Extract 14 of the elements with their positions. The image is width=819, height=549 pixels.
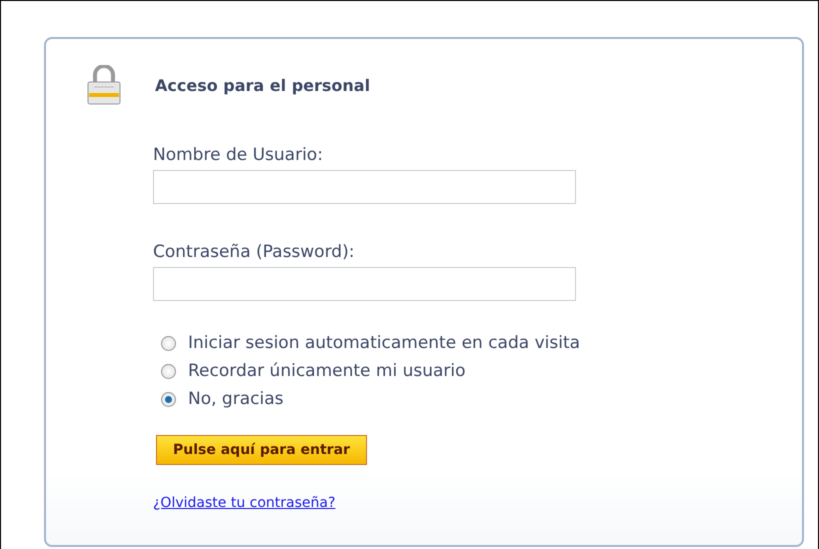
input-field[interactable] — [153, 267, 576, 301]
field-label: Nombre de Usuario: — [153, 145, 324, 165]
radio-label: No, gracias — [188, 389, 284, 409]
radio-button[interactable] — [161, 336, 176, 350]
panel-title: Acceso para el personal — [155, 76, 370, 94]
radio-button[interactable] — [161, 392, 176, 406]
forgot-password-link[interactable]: ¿Olvidaste tu contraseña? — [153, 495, 336, 511]
radio-label: Iniciar sesion automaticamente en cada visita — [188, 333, 580, 353]
input-field[interactable] — [153, 170, 576, 204]
radio-button[interactable] — [161, 364, 176, 378]
submit-button[interactable]: Pulse aquí para entrar — [156, 435, 367, 465]
padlock-icon — [86, 65, 122, 105]
radio-label: Recordar únicamente mi usuario — [188, 361, 466, 381]
field-label: Contraseña (Password): — [153, 242, 356, 262]
